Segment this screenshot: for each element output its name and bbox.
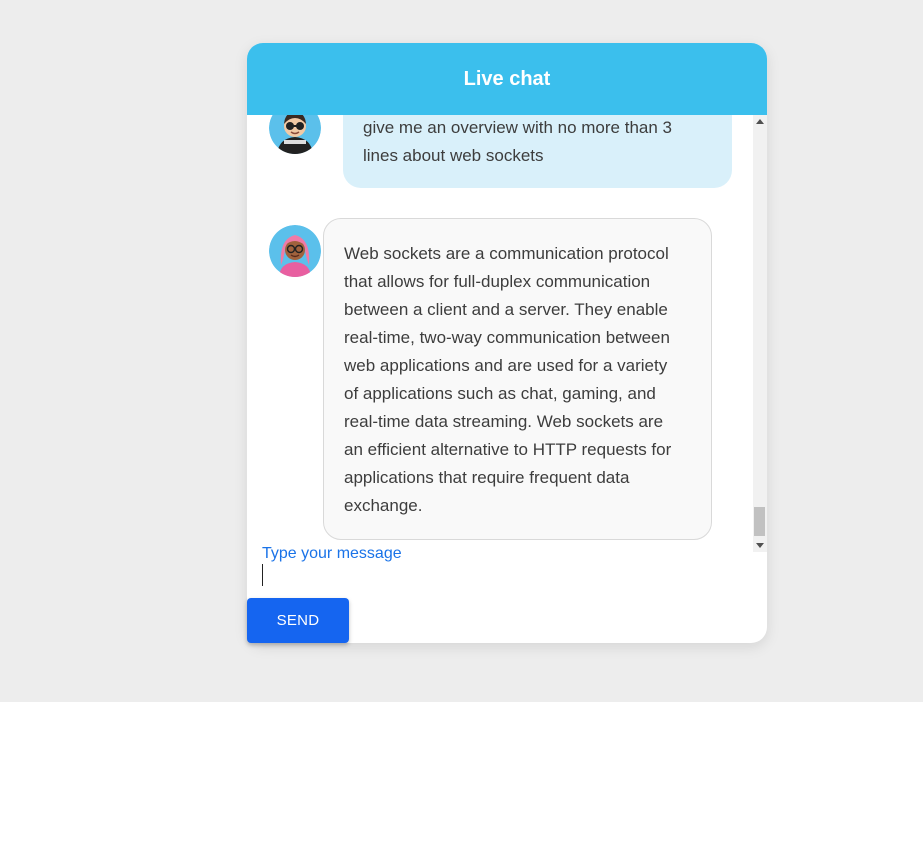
scroll-thumb[interactable] (754, 507, 765, 536)
message-text-line: exchange. (344, 496, 423, 515)
bot-avatar-icon (269, 225, 321, 277)
message-input-placeholder: Type your message (262, 545, 402, 562)
message-text-line: real-time, two-way communication between (344, 328, 670, 347)
message-text-line: give me an overview with no more than 3 (363, 118, 672, 137)
message-text-line: real-time data streaming. Web sockets ar… (344, 412, 664, 431)
user-message-bubble: give me an overview with no more than 3 … (343, 115, 732, 188)
scroll-up-icon[interactable] (756, 119, 764, 124)
chat-title: Live chat (463, 67, 551, 90)
send-button[interactable]: SEND (247, 598, 349, 643)
message-text-line: of applications such as chat, gaming, an… (344, 384, 656, 403)
message-list[interactable]: give me an overview with no more than 3 … (247, 115, 767, 552)
chat-header: Live chat (247, 43, 767, 115)
message-text-line: lines about web sockets (363, 146, 544, 165)
message-text-line: that allows for full-duplex communicatio… (344, 272, 651, 291)
message-text-line: web applications and are used for a vari… (344, 356, 668, 375)
send-button-label: SEND (276, 612, 320, 629)
text-caret (262, 564, 263, 586)
message-text-line: applications that require frequent data (344, 468, 630, 487)
user-avatar-icon (269, 115, 321, 154)
message-text-line: between a client and a server. They enab… (344, 300, 668, 319)
scroll-down-icon[interactable] (756, 543, 764, 548)
message-text-line: an efficient alternative to HTTP request… (344, 440, 672, 459)
message-text-line: Web sockets are a communication protocol (344, 244, 669, 263)
bot-message-bubble: Web sockets are a communication protocol… (323, 218, 712, 540)
message-scrollbar[interactable] (753, 115, 767, 552)
chat-widget: Live chat give me an overview with no mo… (247, 43, 767, 643)
message-input[interactable]: Type your message (262, 543, 752, 589)
